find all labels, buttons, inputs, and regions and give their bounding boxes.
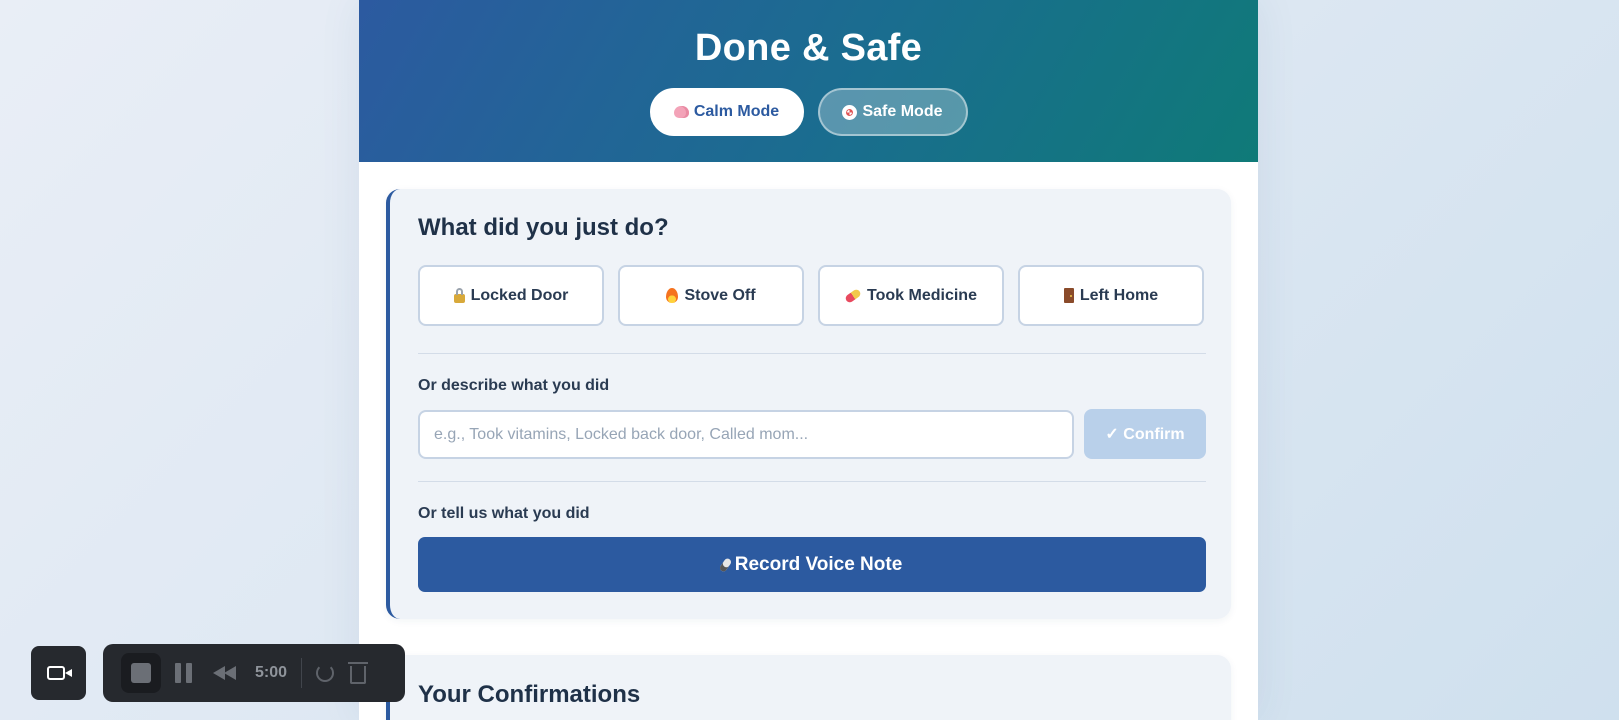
divider bbox=[418, 481, 1206, 482]
microphone-icon bbox=[718, 556, 733, 573]
video-camera-icon bbox=[46, 666, 72, 680]
restart-icon[interactable] bbox=[316, 664, 335, 682]
voice-button-label: Record Voice Note bbox=[734, 553, 903, 575]
camera-toggle-button[interactable] bbox=[31, 646, 86, 700]
stop-button[interactable] bbox=[121, 653, 161, 693]
left-home-button[interactable]: Left Home bbox=[1018, 265, 1204, 326]
stop-icon bbox=[131, 663, 151, 683]
door-icon bbox=[1063, 288, 1074, 303]
log-action-card: What did you just do? Locked Door Stove … bbox=[386, 189, 1231, 619]
locked-door-button[interactable]: Locked Door bbox=[418, 265, 604, 326]
pill-icon bbox=[844, 287, 862, 304]
rewind-icon[interactable] bbox=[213, 666, 237, 680]
toolbar-separator bbox=[301, 658, 303, 688]
calm-mode-label: Calm Mode bbox=[693, 103, 780, 120]
lifebuoy-icon bbox=[842, 104, 858, 120]
confirmations-card: Your Confirmations bbox=[386, 655, 1231, 720]
describe-input[interactable] bbox=[418, 410, 1074, 459]
quick-action-label: Stove Off bbox=[684, 286, 756, 304]
describe-label: Or describe what you did bbox=[418, 377, 610, 394]
card-title: What did you just do? bbox=[418, 214, 669, 241]
mode-switcher: Calm Mode Safe Mode bbox=[359, 88, 1258, 136]
pause-icon[interactable] bbox=[175, 663, 193, 683]
confirm-button[interactable]: ✓ Confirm bbox=[1084, 409, 1206, 459]
record-voice-note-button[interactable]: Record Voice Note bbox=[418, 537, 1206, 592]
safe-mode-label: Safe Mode bbox=[862, 103, 943, 120]
stove-off-button[interactable]: Stove Off bbox=[618, 265, 804, 326]
app-container: Done & Safe Calm Mode Safe Mode What did… bbox=[359, 0, 1258, 720]
lock-icon bbox=[453, 287, 465, 303]
recorder-toolbar: 5:00 bbox=[103, 644, 405, 702]
recording-timer: 5:00 bbox=[255, 664, 288, 681]
header: Done & Safe Calm Mode Safe Mode bbox=[359, 0, 1258, 162]
page-title: Done & Safe bbox=[694, 27, 923, 69]
safe-mode-button[interactable]: Safe Mode bbox=[817, 88, 968, 136]
quick-actions: Locked Door Stove Off Took Medicine Left… bbox=[418, 265, 1204, 326]
calm-mode-button[interactable]: Calm Mode bbox=[649, 88, 804, 136]
confirmations-title: Your Confirmations bbox=[418, 681, 641, 708]
quick-action-label: Took Medicine bbox=[867, 286, 977, 304]
quick-action-label: Locked Door bbox=[470, 286, 569, 304]
trash-icon[interactable] bbox=[348, 662, 369, 684]
quick-action-label: Left Home bbox=[1079, 286, 1159, 304]
brain-icon bbox=[673, 106, 689, 118]
fire-icon bbox=[666, 288, 679, 303]
voice-label: Or tell us what you did bbox=[418, 505, 590, 522]
took-medicine-button[interactable]: Took Medicine bbox=[818, 265, 1004, 326]
divider bbox=[418, 353, 1206, 354]
